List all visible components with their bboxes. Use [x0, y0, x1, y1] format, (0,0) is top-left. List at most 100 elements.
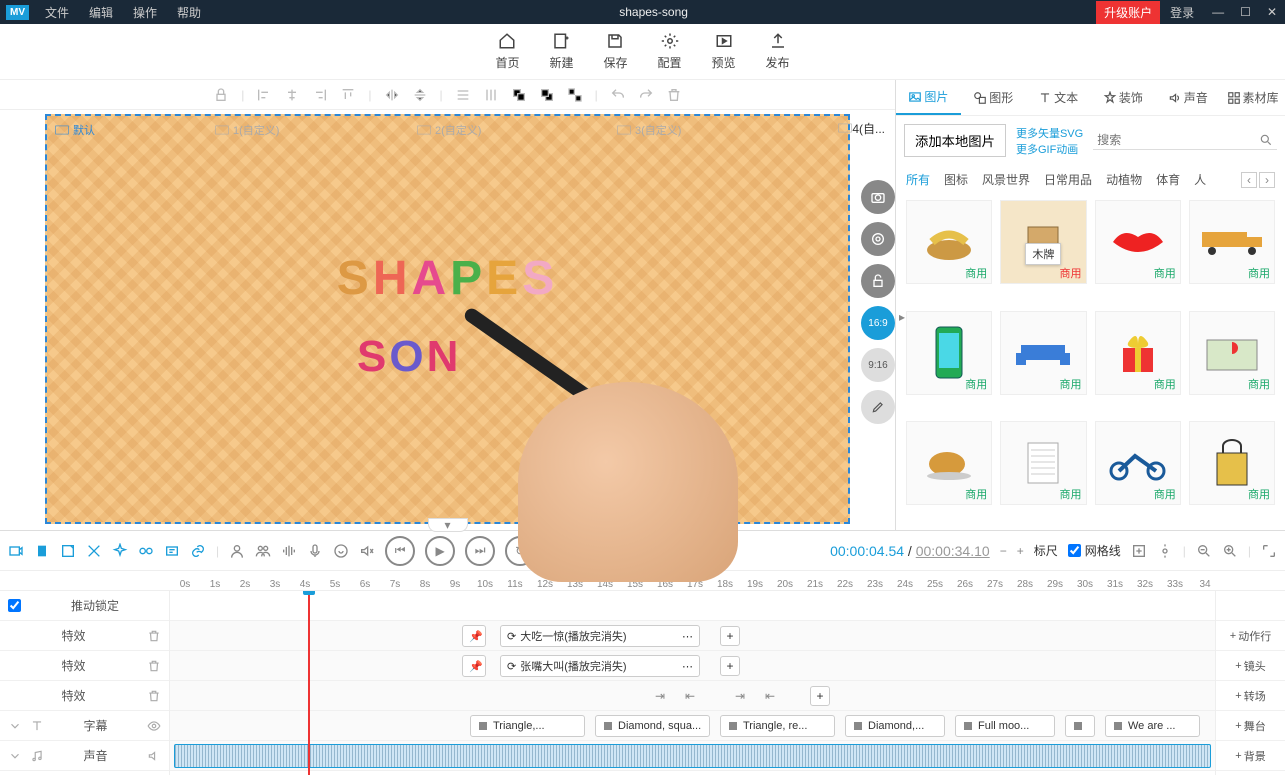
settings-icon[interactable] [1157, 543, 1173, 559]
slide-marker-4[interactable]: 4(自... [838, 120, 885, 137]
add-clip-button[interactable]: + [720, 656, 740, 676]
asset-lips[interactable]: 商用 [1095, 200, 1181, 284]
record-icon[interactable] [8, 543, 24, 559]
flip-h-icon[interactable] [384, 87, 400, 103]
asset-sign[interactable]: 木牌商用 [1000, 200, 1086, 284]
text-clip[interactable]: We are ... [1105, 715, 1200, 737]
search-icon[interactable] [1259, 133, 1273, 147]
panel-collapse-icon[interactable]: ▸ [899, 310, 905, 324]
asset-chicken[interactable]: 商用 [906, 421, 992, 505]
grid-checkbox[interactable]: 网格线 [1068, 542, 1121, 559]
audio-clip[interactable] [174, 744, 1211, 768]
slide-marker-1[interactable]: 1(自定义) [215, 122, 279, 138]
trash-icon[interactable] [147, 629, 161, 643]
effect-icon[interactable] [112, 543, 128, 559]
text-clip[interactable]: Triangle, re... [720, 715, 835, 737]
chevron-down-icon[interactable] [8, 749, 22, 763]
zoom-out-icon[interactable]: − [1000, 544, 1007, 558]
trash-icon[interactable] [147, 659, 161, 673]
tab-library[interactable]: 素材库 [1220, 80, 1285, 115]
login-button[interactable]: 登录 [1160, 0, 1204, 25]
asset-paper[interactable]: 商用 [1000, 421, 1086, 505]
pin-clip[interactable]: 📌 [462, 655, 486, 677]
prev-button[interactable]: ⏮ [385, 536, 415, 566]
eye-icon[interactable] [147, 719, 161, 733]
mic-icon[interactable] [307, 543, 323, 559]
cat-people[interactable]: 人 [1194, 171, 1206, 188]
undo-icon[interactable] [610, 87, 626, 103]
pin-clip[interactable]: 📌 [462, 625, 486, 647]
menu-action[interactable]: 操作 [123, 0, 167, 25]
tab-shape[interactable]: 图形 [961, 80, 1026, 115]
arrow-in-icon[interactable]: ⇥ [650, 686, 670, 706]
link-icon[interactable] [190, 543, 206, 559]
slide-marker-3[interactable]: 3(自定义) [617, 122, 681, 138]
home-button[interactable]: 首页 [495, 32, 519, 71]
play-button[interactable]: ▶ [425, 536, 455, 566]
add-clip-button[interactable]: + [810, 686, 830, 706]
cat-animal[interactable]: 动植物 [1106, 171, 1142, 188]
cat-prev-icon[interactable]: ‹ [1241, 172, 1257, 188]
zoomout2-icon[interactable] [1196, 543, 1212, 559]
asset-bag[interactable]: 商用 [1189, 421, 1275, 505]
text-track-icon[interactable] [164, 543, 180, 559]
asset-truck[interactable]: 商用 [1189, 200, 1275, 284]
dist-h-icon[interactable] [455, 87, 471, 103]
ratio-9-16-button[interactable]: 9:16 [861, 348, 895, 382]
delete-icon[interactable] [666, 87, 682, 103]
split-icon[interactable] [86, 543, 102, 559]
slide-marker-default[interactable]: 默认 [55, 122, 95, 138]
add-clip-button[interactable]: + [720, 626, 740, 646]
close-icon[interactable]: ✕ [1259, 1, 1285, 23]
add-stage-button[interactable]: + 舞台 [1216, 711, 1285, 741]
chevron-down-icon[interactable] [8, 719, 22, 733]
ratio-16-9-button[interactable]: 16:9 [861, 306, 895, 340]
text-clip[interactable]: Diamond,... [845, 715, 945, 737]
bring-front-icon[interactable] [511, 87, 527, 103]
asset-phone[interactable]: 商用 [906, 311, 992, 395]
cat-icons[interactable]: 图标 [944, 171, 968, 188]
asset-motorcycle[interactable]: 商用 [1095, 421, 1181, 505]
arrow-out-icon[interactable]: ⇤ [680, 686, 700, 706]
dist-v-icon[interactable] [483, 87, 499, 103]
people-icon[interactable] [255, 543, 271, 559]
more-svg-link[interactable]: 更多矢量SVG [1016, 125, 1083, 141]
text-clip[interactable] [1065, 715, 1095, 737]
asset-sofa[interactable]: 商用 [1000, 311, 1086, 395]
arrow-out-icon[interactable]: ⇤ [760, 686, 780, 706]
cut-icon[interactable] [60, 543, 76, 559]
add-action-button[interactable]: + 动作行 [1216, 621, 1285, 651]
tab-decor[interactable]: 装饰 [1090, 80, 1155, 115]
arrow-in-icon[interactable]: ⇥ [730, 686, 750, 706]
send-back-icon[interactable] [539, 87, 555, 103]
align-center-icon[interactable] [284, 87, 300, 103]
maximize-icon[interactable]: ☐ [1232, 1, 1259, 23]
save-button[interactable]: 保存 [603, 32, 627, 71]
target-icon[interactable] [861, 222, 895, 256]
cat-next-icon[interactable]: › [1259, 172, 1275, 188]
align-left-icon[interactable] [256, 87, 272, 103]
lock-row[interactable]: 推动锁定 [0, 591, 169, 621]
new-button[interactable]: 新建 [549, 32, 573, 71]
tab-sound[interactable]: 声音 [1155, 80, 1220, 115]
effect-clip-1[interactable]: ⟳ 大吃一惊(播放完消失) ⋯ [500, 625, 700, 647]
align-top-icon[interactable] [340, 87, 356, 103]
menu-edit[interactable]: 编辑 [79, 0, 123, 25]
unlock-icon[interactable] [861, 264, 895, 298]
menu-file[interactable]: 文件 [35, 0, 79, 25]
marker-icon[interactable] [34, 543, 50, 559]
trash-icon[interactable] [147, 689, 161, 703]
minimize-icon[interactable]: — [1204, 1, 1232, 23]
playhead[interactable] [308, 591, 310, 775]
camera-icon[interactable] [861, 180, 895, 214]
add-transition-button[interactable]: + 转场 [1216, 681, 1285, 711]
blur-icon[interactable] [138, 543, 154, 559]
next-button[interactable]: ⏭ [465, 536, 495, 566]
text-clip[interactable]: Full moo... [955, 715, 1055, 737]
slide-marker-2[interactable]: 2(自定义) [417, 122, 481, 138]
redo-icon[interactable] [638, 87, 654, 103]
mute-icon[interactable] [359, 543, 375, 559]
track-body[interactable]: 📌 ⟳ 大吃一惊(播放完消失) ⋯ + 📌 ⟳ 张嘴大叫(播放完消失) ⋯ + … [170, 591, 1215, 775]
search-input[interactable] [1097, 133, 1259, 147]
person-icon[interactable] [229, 543, 245, 559]
